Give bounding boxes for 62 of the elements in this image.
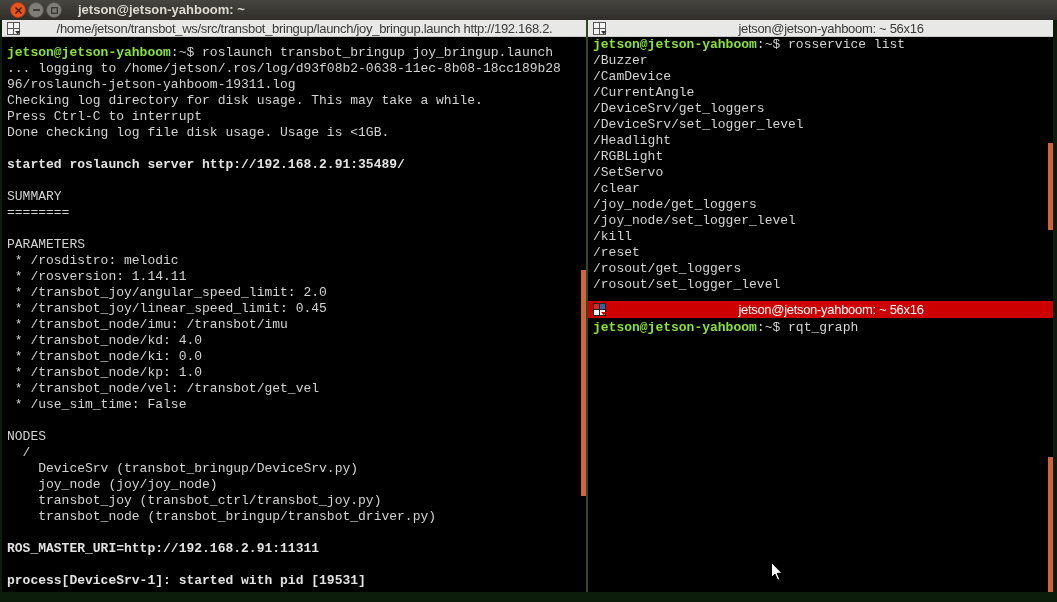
terminal-line: * /use_sim_time: False bbox=[13, 397, 187, 413]
terminal-line: /RGBLight bbox=[593, 149, 664, 165]
terminal-line: /rosout/set_logger_level bbox=[593, 277, 781, 293]
terminal-line: /DeviceSrv/set_logger_level bbox=[593, 117, 804, 133]
terminal-line: * /rosdistro: melodic bbox=[13, 253, 179, 269]
close-icon bbox=[14, 6, 22, 14]
terminal-line: * /rosversion: 1.14.11 bbox=[13, 269, 187, 285]
terminal-line: /CamDevice bbox=[593, 69, 671, 85]
terminal-line: * /transbot_node/kd: 4.0 bbox=[13, 333, 203, 349]
terminal-line: * /transbot_joy/linear_speed_limit: 0.45 bbox=[13, 301, 327, 317]
prompt-line: jetson@jetson-yahboom:~$ rosservice list bbox=[593, 37, 906, 53]
pane-title: jetson@jetson-yahboom: ~ 56x16 bbox=[738, 302, 924, 317]
pane-title: /home/jetson/transbot_ws/src/transbot_bringup/launch/joy_bringup.launch http://192.168.2. bbox=[56, 20, 553, 36]
terminal-line: ... logging to /home/jetson/.ros/log/d93f08b2-0638-11ec-8b08-18cc189b28 bbox=[7, 61, 561, 77]
terminal-line: DeviceSrv (transbot_bringup/DeviceSrv.py) bbox=[37, 461, 359, 477]
terminal-line: /Headlight bbox=[593, 133, 671, 149]
terminal-line: * /transbot_node/imu: /transbot/imu bbox=[13, 317, 288, 333]
close-button[interactable] bbox=[10, 2, 26, 18]
terminal-line: Checking log directory for disk usage. This may take a while. bbox=[7, 93, 483, 109]
terminal-line: /SetServo bbox=[593, 165, 664, 181]
terminal-line: ROS_MASTER_URI=http://192.168.2.91:11311 bbox=[7, 541, 320, 557]
terminal-line: 96/roslaunch-jetson-yahboom-19311.log bbox=[7, 77, 296, 93]
minimize-button[interactable] bbox=[28, 2, 44, 18]
window-title: jetson@jetson-yahboom: ~ bbox=[78, 2, 245, 18]
terminal-line: /kill bbox=[593, 229, 632, 245]
terminal-line: /joy_node/set_logger_level bbox=[593, 213, 796, 229]
terminal-line: NODES bbox=[7, 429, 46, 445]
terminal-line: /DeviceSrv/get_loggers bbox=[593, 101, 765, 117]
terminal-line: /Buzzer bbox=[593, 53, 648, 69]
prompt-line: jetson@jetson-yahboom:~$ rqt_graph bbox=[593, 320, 859, 336]
terminal-line: * /transbot_joy/angular_speed_limit: 2.0 bbox=[13, 285, 327, 301]
scrollbar-thumb[interactable] bbox=[581, 270, 586, 496]
maximize-icon bbox=[50, 6, 58, 14]
minimize-icon bbox=[32, 9, 40, 11]
terminal-line: process[DeviceSrv-1]: started with pid [19531] bbox=[7, 573, 366, 589]
grid-icon[interactable] bbox=[7, 21, 21, 35]
terminal-line: Press Ctrl-C to interrupt bbox=[7, 109, 203, 125]
grid-icon[interactable] bbox=[593, 303, 607, 316]
terminal-line: transbot_joy (transbot_ctrl/transbot_joy.py) bbox=[37, 493, 382, 509]
terminal-line: * /transbot_node/kp: 1.0 bbox=[13, 365, 203, 381]
terminal-line: started roslaunch server http://192.168.2.91:35489/ bbox=[7, 157, 405, 173]
pane-title: jetson@jetson-yahboom: ~ 56x16 bbox=[738, 20, 924, 36]
terminal-line: /CurrentAngle bbox=[593, 85, 695, 101]
scrollbar-thumb[interactable] bbox=[1048, 457, 1053, 592]
terminal-line: * /transbot_node/vel: /transbot/get_vel bbox=[13, 381, 320, 397]
terminal-line: transbot_node (transbot_bringup/transbot_driver.py) bbox=[37, 509, 437, 525]
terminal-line: /clear bbox=[593, 181, 640, 197]
terminal-line: joy_node (joy/joy_node) bbox=[37, 477, 218, 493]
terminal-line: /reset bbox=[593, 245, 640, 261]
terminal-line: /joy_node/get_loggers bbox=[593, 197, 757, 213]
grid-icon[interactable] bbox=[593, 21, 607, 35]
prompt-line: jetson@jetson-yahboom:~$ roslaunch transbot_bringup joy_bringup.launch bbox=[7, 45, 554, 61]
scrollbar-thumb[interactable] bbox=[1048, 143, 1053, 230]
terminal-line: ======== bbox=[7, 205, 70, 221]
terminal-line: SUMMARY bbox=[7, 189, 62, 205]
terminal-line: /rosout/get_loggers bbox=[593, 261, 742, 277]
terminal-line: PARAMETERS bbox=[7, 237, 85, 253]
mouse-pointer-icon bbox=[771, 562, 783, 581]
maximize-button[interactable] bbox=[46, 2, 62, 18]
terminal-line: Done checking log file disk usage. Usage is <1GB. bbox=[7, 125, 390, 141]
terminal-line: / bbox=[21, 445, 31, 461]
terminal-line: * /transbot_node/ki: 0.0 bbox=[13, 349, 203, 365]
